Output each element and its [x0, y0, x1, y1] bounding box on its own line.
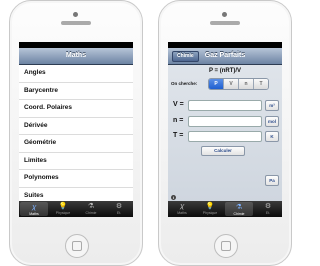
tab-label: Chimie: [85, 211, 97, 215]
t-input[interactable]: [188, 131, 262, 142]
field-label-n: n =: [173, 117, 184, 124]
home-button[interactable]: [214, 234, 238, 258]
v-input[interactable]: [188, 100, 262, 111]
nav-bar: Maths: [19, 48, 133, 65]
home-button[interactable]: [65, 234, 89, 258]
n-input[interactable]: [188, 116, 262, 127]
phone-left: Maths Angles Barycentre Coord. Polaires …: [9, 0, 143, 266]
gas-calculator: P = (nRT)/V On cherche: P V n T V = m³ n…: [168, 65, 282, 202]
tab-chimie[interactable]: ⚗ Chimie: [77, 201, 105, 217]
screen-gaz-parfaits: Chimie Gaz Parfaits P = (nRT)/V On cherc…: [168, 42, 282, 217]
formula: P = (nRT)/V: [208, 68, 242, 74]
list-item-polynomes[interactable]: Polynomes: [19, 170, 133, 188]
list-item-derivee[interactable]: Dérivée: [19, 118, 133, 135]
bulb-icon: 💡: [205, 203, 215, 210]
tab-bar: 𝜒 Maths 💡 Physique ⚗ Chimie ⚙ Et.: [19, 201, 133, 217]
flask-icon: ⚗: [235, 204, 243, 211]
tab-maths[interactable]: 𝜒 Maths: [168, 201, 196, 217]
list-item-limites[interactable]: Limites: [19, 153, 133, 170]
back-button[interactable]: Chimie: [172, 51, 199, 62]
tab-chimie[interactable]: ⚗ Chimie: [225, 202, 253, 216]
tab-bar: 𝜒 Maths 💡 Physique ⚗ Chimie ⚙ Et.: [168, 201, 282, 217]
segment-t[interactable]: T: [254, 79, 268, 89]
on-cherche-label: On cherche:: [171, 81, 198, 86]
topic-list: Angles Barycentre Coord. Polaires Dérivé…: [19, 65, 133, 202]
tab-et[interactable]: ⚙ Et.: [254, 201, 282, 217]
x-icon: 𝜒: [180, 203, 184, 210]
list-item-geometrie[interactable]: Géométrie: [19, 135, 133, 153]
field-label-t: T =: [173, 132, 184, 139]
screen-maths: Maths Angles Barycentre Coord. Polaires …: [19, 42, 133, 217]
nav-bar: Chimie Gaz Parfaits: [168, 48, 282, 65]
tab-physique[interactable]: 💡 Physique: [196, 201, 224, 217]
field-row-v: V = m³: [173, 100, 279, 111]
field-row-n: n = mol: [173, 116, 279, 127]
tab-et[interactable]: ⚙ Et.: [105, 201, 133, 217]
list-item-suites[interactable]: Suites: [19, 188, 133, 203]
bulb-icon: 💡: [58, 203, 68, 210]
segment-n[interactable]: n: [239, 79, 254, 89]
t-unit-button[interactable]: K: [265, 131, 279, 142]
tab-label: Maths: [177, 211, 187, 215]
flask-icon: ⚗: [87, 203, 95, 210]
camera-icon: [73, 12, 78, 17]
gear-icon: ⚙: [264, 203, 272, 210]
nav-title: Maths: [65, 52, 87, 59]
v-unit-button[interactable]: m³: [265, 100, 279, 111]
list-item-angles[interactable]: Angles: [19, 65, 133, 83]
tab-label: Et.: [116, 211, 122, 215]
tab-label: Physique: [202, 211, 218, 215]
tab-label: Maths: [29, 212, 39, 216]
tab-label: Et.: [265, 211, 271, 215]
camera-icon: [222, 12, 227, 17]
field-row-t: T = K: [173, 131, 279, 142]
segment-p[interactable]: P: [209, 79, 224, 89]
result-unit-button[interactable]: Pa: [265, 175, 279, 186]
variable-segmented-control: P V n T: [208, 78, 269, 90]
speaker-grille: [61, 21, 91, 25]
speaker-grille: [210, 21, 240, 25]
list-item-barycentre[interactable]: Barycentre: [19, 83, 133, 100]
info-icon[interactable]: i: [171, 195, 176, 200]
field-label-v: V =: [173, 101, 184, 108]
n-unit-button[interactable]: mol: [265, 116, 279, 127]
tab-label: Physique: [55, 211, 71, 215]
list-item-coord-polaires[interactable]: Coord. Polaires: [19, 100, 133, 118]
tab-maths[interactable]: 𝜒 Maths: [20, 202, 48, 216]
x-icon: 𝜒: [32, 204, 36, 211]
phone-right: Chimie Gaz Parfaits P = (nRT)/V On cherc…: [158, 0, 292, 266]
segment-v[interactable]: V: [224, 79, 239, 89]
nav-title: Gaz Parfaits: [204, 52, 246, 59]
gear-icon: ⚙: [115, 203, 123, 210]
tab-label: Chimie: [233, 212, 245, 216]
tab-physique[interactable]: 💡 Physique: [49, 201, 77, 217]
calculate-button[interactable]: Calculer: [201, 146, 245, 156]
